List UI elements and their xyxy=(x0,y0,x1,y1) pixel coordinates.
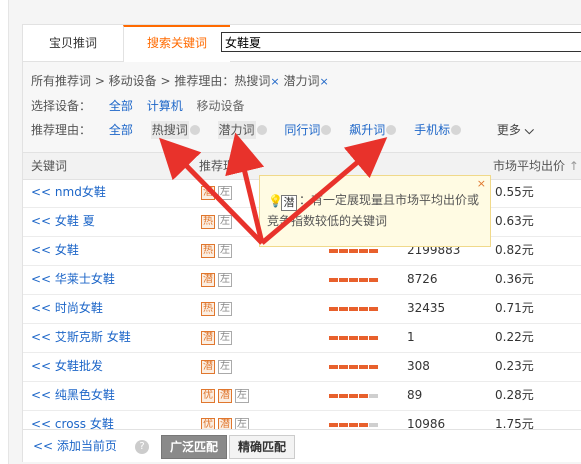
annotation-arrows xyxy=(159,132,388,245)
arrow-to-rising xyxy=(260,137,388,245)
